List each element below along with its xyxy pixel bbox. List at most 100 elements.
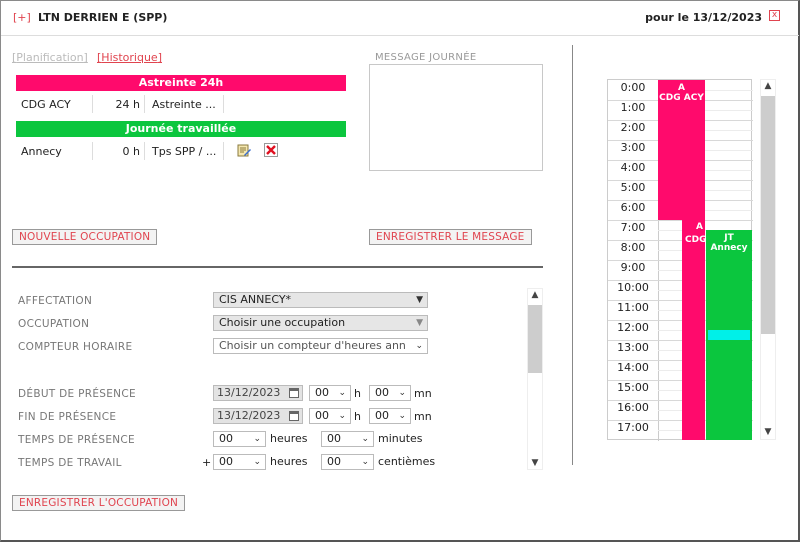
fin-date-value: 13/12/2023 xyxy=(217,409,281,422)
timeline-hour-label: 5:00 xyxy=(620,181,646,194)
debut-hour-select[interactable]: 00 ⌄ xyxy=(309,385,351,401)
timeline-event[interactable] xyxy=(708,330,750,340)
unit-heures: heures xyxy=(270,455,308,468)
new-occupation-button[interactable]: NOUVELLE OCCUPATION xyxy=(12,229,158,245)
fin-hour-value: 00 xyxy=(315,409,329,422)
compteur-value: Choisir un compteur d'heures ann xyxy=(219,339,406,352)
chevron-down-icon: ⌄ xyxy=(361,434,369,444)
label-occupation: OCCUPATION xyxy=(18,318,90,330)
message-textarea[interactable] xyxy=(369,64,543,171)
debut-date-input[interactable]: 13/12/2023 xyxy=(213,385,303,401)
travail-centiemes-value: 00 xyxy=(327,455,341,468)
travail-centiemes-select[interactable]: 00 ⌄ xyxy=(321,454,374,470)
close-icon[interactable]: x xyxy=(769,10,780,21)
timeline-hour-label: 3:00 xyxy=(620,141,646,154)
occupation-row[interactable]: Annecy 0 h Tps SPP / ... xyxy=(16,140,346,162)
delete-icon[interactable] xyxy=(264,143,278,157)
tab-historique[interactable]: [Historique] xyxy=(97,51,162,64)
timeline-hour-label: 6:00 xyxy=(620,201,646,214)
timeline-hour-label: 2:00 xyxy=(620,121,646,134)
affectation-select[interactable]: CIS ANNECY* ▼ xyxy=(213,292,428,308)
message-label: MESSAGE JOURNÉE xyxy=(375,52,477,63)
unit-h: h xyxy=(354,410,361,423)
chevron-down-icon: ▼ xyxy=(416,318,423,328)
chevron-down-icon: ⌄ xyxy=(338,388,346,398)
occupation-row[interactable]: CDG ACY 24 h Astreinte ... xyxy=(16,93,346,115)
presence-hours-value: 00 xyxy=(219,432,233,445)
row-hours: 0 h xyxy=(122,145,140,158)
unit-mn: mn xyxy=(414,410,432,423)
presence-hours-select[interactable]: 00 ⌄ xyxy=(213,431,266,447)
row-type: Tps SPP / ... xyxy=(152,145,217,158)
unit-heures: heures xyxy=(270,432,308,445)
label-debut: DÉBUT DE PRÉSENCE xyxy=(18,388,136,400)
unit-h: h xyxy=(354,387,361,400)
timeline-hour-label: 16:00 xyxy=(617,401,649,414)
presence-minutes-select[interactable]: 00 ⌄ xyxy=(321,431,374,447)
expand-toggle[interactable]: [+] xyxy=(13,11,31,24)
row-type: Astreinte ... xyxy=(152,98,216,111)
timeline-hour-label: 7:00 xyxy=(620,221,646,234)
timeline-event[interactable]: A CDG ACY xyxy=(658,80,705,220)
chevron-down-icon: ⌄ xyxy=(253,434,261,444)
debut-hour-value: 00 xyxy=(315,386,329,399)
save-occupation-button[interactable]: ENREGISTRER L'OCCUPATION xyxy=(12,495,186,511)
chevron-down-icon: ▼ xyxy=(416,295,423,305)
edit-icon[interactable] xyxy=(237,143,251,157)
chevron-down-icon: ⌄ xyxy=(338,411,346,421)
timeline-event[interactable]: A CDG xyxy=(682,220,707,440)
scroll-down-icon[interactable]: ▼ xyxy=(760,427,776,437)
scroll-up-icon[interactable]: ▲ xyxy=(527,290,543,300)
fin-hour-select[interactable]: 00 ⌄ xyxy=(309,408,351,424)
chevron-down-icon: ⌄ xyxy=(361,457,369,467)
debut-date-value: 13/12/2023 xyxy=(217,386,281,399)
fin-minute-select[interactable]: 00 ⌄ xyxy=(369,408,411,424)
timeline-hour-label: 9:00 xyxy=(620,261,646,274)
occupation-select[interactable]: Choisir une occupation ▼ xyxy=(213,315,428,331)
tab-planification-label: Planification xyxy=(16,51,84,64)
calendar-icon[interactable] xyxy=(289,388,299,398)
compteur-select[interactable]: Choisir un compteur d'heures ann ⌄ xyxy=(213,338,428,354)
scroll-down-icon[interactable]: ▼ xyxy=(527,458,543,468)
presence-minutes-value: 00 xyxy=(327,432,341,445)
timeline-event-sublabel: CDG ACY xyxy=(659,93,704,103)
affectation-value: CIS ANNECY* xyxy=(219,293,292,306)
label-compteur: COMPTEUR HORAIRE xyxy=(18,341,133,353)
timeline-hour-label: 10:00 xyxy=(617,281,649,294)
timeline-hour-line xyxy=(608,220,753,221)
label-temps-presence: TEMPS DE PRÉSENCE xyxy=(18,434,135,446)
travail-sign: + xyxy=(202,456,212,469)
timeline-event-label: A xyxy=(678,83,685,93)
scroll-up-icon[interactable]: ▲ xyxy=(760,81,776,91)
debut-minute-select[interactable]: 00 ⌄ xyxy=(369,385,411,401)
section-band-astreinte: Astreinte 24h xyxy=(16,75,346,91)
save-message-button[interactable]: ENREGISTRER LE MESSAGE xyxy=(369,229,532,245)
vertical-divider xyxy=(572,45,573,465)
chevron-down-icon: ⌄ xyxy=(398,388,406,398)
label-affectation: AFFECTATION xyxy=(18,295,93,307)
travail-hours-select[interactable]: 00 ⌄ xyxy=(213,454,266,470)
debut-minute-value: 00 xyxy=(375,386,389,399)
fin-date-input[interactable]: 13/12/2023 xyxy=(213,408,303,424)
calendar-icon[interactable] xyxy=(289,411,299,421)
tab-historique-label: Historique xyxy=(101,51,158,64)
timeline-event-sublabel: Annecy xyxy=(710,243,748,253)
unit-centiemes: centièmes xyxy=(378,455,436,468)
timeline-event-sublabel: CDG xyxy=(685,235,707,245)
timeline-scrollbar-thumb[interactable] xyxy=(761,96,775,334)
row-place: CDG ACY xyxy=(21,98,71,111)
unit-mn: mn xyxy=(414,387,432,400)
timeline-hour-label: 8:00 xyxy=(620,241,646,254)
timeline-event-label: JT xyxy=(724,233,734,243)
chevron-down-icon: ⌄ xyxy=(253,457,261,467)
section-band-journee: Journée travaillée xyxy=(16,121,346,137)
tab-planification[interactable]: [Planification] xyxy=(12,51,88,64)
timeline-hour-label: 11:00 xyxy=(617,301,649,314)
header-divider xyxy=(1,35,799,36)
label-temps-travail: TEMPS DE TRAVAIL xyxy=(18,457,122,469)
row-place: Annecy xyxy=(21,145,62,158)
timeline-hour-label: 12:00 xyxy=(617,321,649,334)
header-date: pour le 13/12/2023 xyxy=(645,11,762,24)
timeline-hour-label: 4:00 xyxy=(620,161,646,174)
form-scrollbar-thumb[interactable] xyxy=(528,305,542,373)
